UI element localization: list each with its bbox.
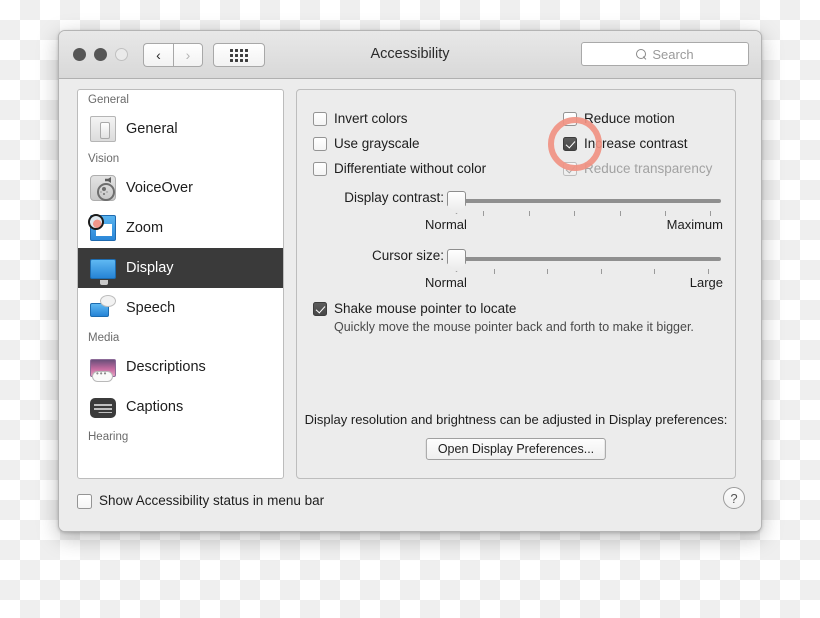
speech-icon: [90, 295, 116, 321]
cursor-size-max-label: Large: [689, 275, 723, 290]
display-contrast-min-label: Normal: [425, 217, 467, 232]
shake-pointer-group: Shake mouse pointer to locate Quickly mo…: [313, 300, 694, 334]
zoom-icon: [88, 214, 116, 241]
descriptions-icon: [90, 359, 116, 382]
show-status-menu-bar-row[interactable]: Show Accessibility status in menu bar: [77, 492, 324, 510]
sidebar-group-general: General: [88, 94, 129, 106]
sidebar-item-captions[interactable]: Captions: [78, 387, 283, 427]
differentiate-without-color-checkbox[interactable]: [313, 162, 327, 176]
preferences-window: ‹ › Accessibility Search General General: [58, 30, 762, 532]
reduce-motion-row[interactable]: Reduce motion: [563, 110, 712, 128]
sidebar-item-label: Descriptions: [126, 359, 206, 375]
sidebar-item-label: Speech: [126, 300, 176, 316]
shake-pointer-label: Shake mouse pointer to locate: [334, 301, 517, 316]
reduce-motion-checkbox[interactable]: [563, 112, 577, 126]
sidebar-item-voiceover[interactable]: VoiceOver: [78, 168, 283, 208]
search-field[interactable]: Search: [581, 42, 749, 66]
sidebar-group-vision: Vision: [88, 153, 120, 165]
cursor-size-ticks: [454, 269, 721, 275]
use-grayscale-checkbox[interactable]: [313, 137, 327, 151]
sidebar-item-descriptions[interactable]: Descriptions: [78, 347, 283, 387]
invert-colors-row[interactable]: Invert colors: [313, 110, 486, 128]
differentiate-without-color-label: Differentiate without color: [334, 161, 487, 176]
sidebar-item-label: VoiceOver: [126, 180, 193, 196]
shake-pointer-checkbox[interactable]: [313, 302, 327, 316]
display-contrast-max-label: Maximum: [666, 217, 723, 232]
cursor-size-label: Cursor size:: [371, 248, 444, 263]
use-grayscale-row[interactable]: Use grayscale: [313, 135, 486, 153]
display-settings-panel: Invert colors Use grayscale Differentiat…: [296, 89, 736, 479]
sidebar-item-general[interactable]: General: [78, 109, 283, 149]
window-content: General General Vision VoiceOver Zoom Di…: [59, 79, 761, 531]
increase-contrast-label: Increase contrast: [584, 136, 688, 151]
sidebar-item-label: Display: [126, 260, 174, 276]
sidebar-item-label: Zoom: [126, 220, 164, 236]
sidebar-item-label: Captions: [126, 399, 184, 415]
window-titlebar: ‹ › Accessibility Search: [59, 31, 761, 79]
invert-colors-checkbox[interactable]: [313, 112, 327, 126]
shake-pointer-description: Quickly move the mouse pointer back and …: [334, 320, 694, 334]
vision-options-right-column: Reduce motion Increase contrast Reduce t…: [563, 110, 712, 185]
display-contrast-track[interactable]: [454, 199, 721, 203]
cursor-size-track[interactable]: [454, 257, 721, 261]
use-grayscale-label: Use grayscale: [334, 136, 420, 151]
sidebar-group-media: Media: [88, 332, 120, 344]
search-placeholder: Search: [652, 46, 694, 62]
search-icon: [636, 48, 647, 60]
increase-contrast-checkbox[interactable]: [563, 137, 577, 151]
increase-contrast-row[interactable]: Increase contrast: [563, 135, 712, 153]
show-status-menu-bar-checkbox[interactable]: [77, 493, 92, 509]
sidebar-group-hearing: Hearing: [88, 431, 129, 443]
help-button[interactable]: ?: [723, 487, 745, 509]
sidebar-item-label: General: [126, 121, 178, 137]
reduce-transparency-checkbox: [563, 162, 577, 176]
differentiate-without-color-row[interactable]: Differentiate without color: [313, 160, 486, 178]
shake-pointer-row[interactable]: Shake mouse pointer to locate: [313, 300, 694, 318]
cursor-size-min-label: Normal: [425, 275, 467, 290]
display-contrast-label: Display contrast:: [344, 190, 444, 205]
display-preferences-note: Display resolution and brightness can be…: [304, 412, 728, 427]
general-icon: [90, 116, 116, 142]
accessibility-category-list[interactable]: General General Vision VoiceOver Zoom Di…: [77, 89, 284, 479]
sidebar-item-display[interactable]: Display: [78, 248, 283, 288]
reduce-motion-label: Reduce motion: [584, 111, 675, 126]
reduce-transparency-row: Reduce transparency: [563, 160, 712, 178]
reduce-transparency-label: Reduce transparency: [584, 161, 713, 176]
show-status-menu-bar-label: Show Accessibility status in menu bar: [99, 493, 325, 508]
invert-colors-label: Invert colors: [334, 111, 408, 126]
sidebar-item-speech[interactable]: Speech: [78, 288, 283, 328]
vision-options-left-column: Invert colors Use grayscale Differentiat…: [313, 110, 486, 185]
voiceover-icon: [90, 175, 116, 201]
display-icon: [90, 259, 116, 285]
captions-icon: [90, 397, 116, 418]
open-display-preferences-button[interactable]: Open Display Preferences...: [425, 438, 607, 460]
sidebar-item-zoom[interactable]: Zoom: [78, 208, 283, 248]
